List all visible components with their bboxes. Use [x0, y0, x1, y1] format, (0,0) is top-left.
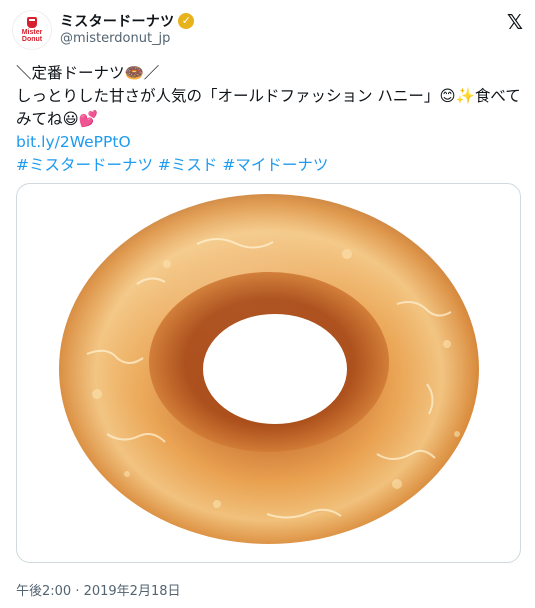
- tweet-card: Mister Donut ミスタードーナツ ✓ @misterdonut_jp …: [0, 0, 535, 608]
- tweet-hashtags[interactable]: #ミスタードーナツ #ミスド #マイドーナツ: [16, 154, 521, 177]
- verified-badge-icon: ✓: [178, 13, 195, 29]
- tweet-timestamp[interactable]: 午後2:00 · 2019年2月18日: [16, 580, 181, 599]
- tweet-text-line-1: ＼定番ドーナツ🍩／: [16, 64, 160, 82]
- avatar[interactable]: Mister Donut: [12, 10, 52, 50]
- tweet-link[interactable]: bit.ly/2WePPtO: [16, 131, 521, 154]
- tweet-text: ＼定番ドーナツ🍩／ しっとりした甘さが人気の「オールドファッション ハニー」😊✨…: [16, 62, 521, 177]
- mister-donut-logo-icon: [27, 17, 37, 28]
- author-display-name[interactable]: ミスタードーナツ: [60, 11, 174, 31]
- tweet-media-image[interactable]: [16, 183, 521, 563]
- author-handle[interactable]: @misterdonut_jp: [60, 31, 170, 46]
- donut-image-icon: [59, 194, 479, 544]
- avatar-logo-text: Mister Donut: [21, 29, 43, 43]
- tweet-text-line-3: みてね😃💕: [16, 110, 98, 128]
- tweet-text-line-2: しっとりした甘さが人気の「オールドファッション ハニー」😊✨食べて: [16, 87, 521, 105]
- author-name-row: ミスタードーナツ ✓: [60, 11, 195, 31]
- x-logo-icon[interactable]: 𝕏: [507, 10, 523, 34]
